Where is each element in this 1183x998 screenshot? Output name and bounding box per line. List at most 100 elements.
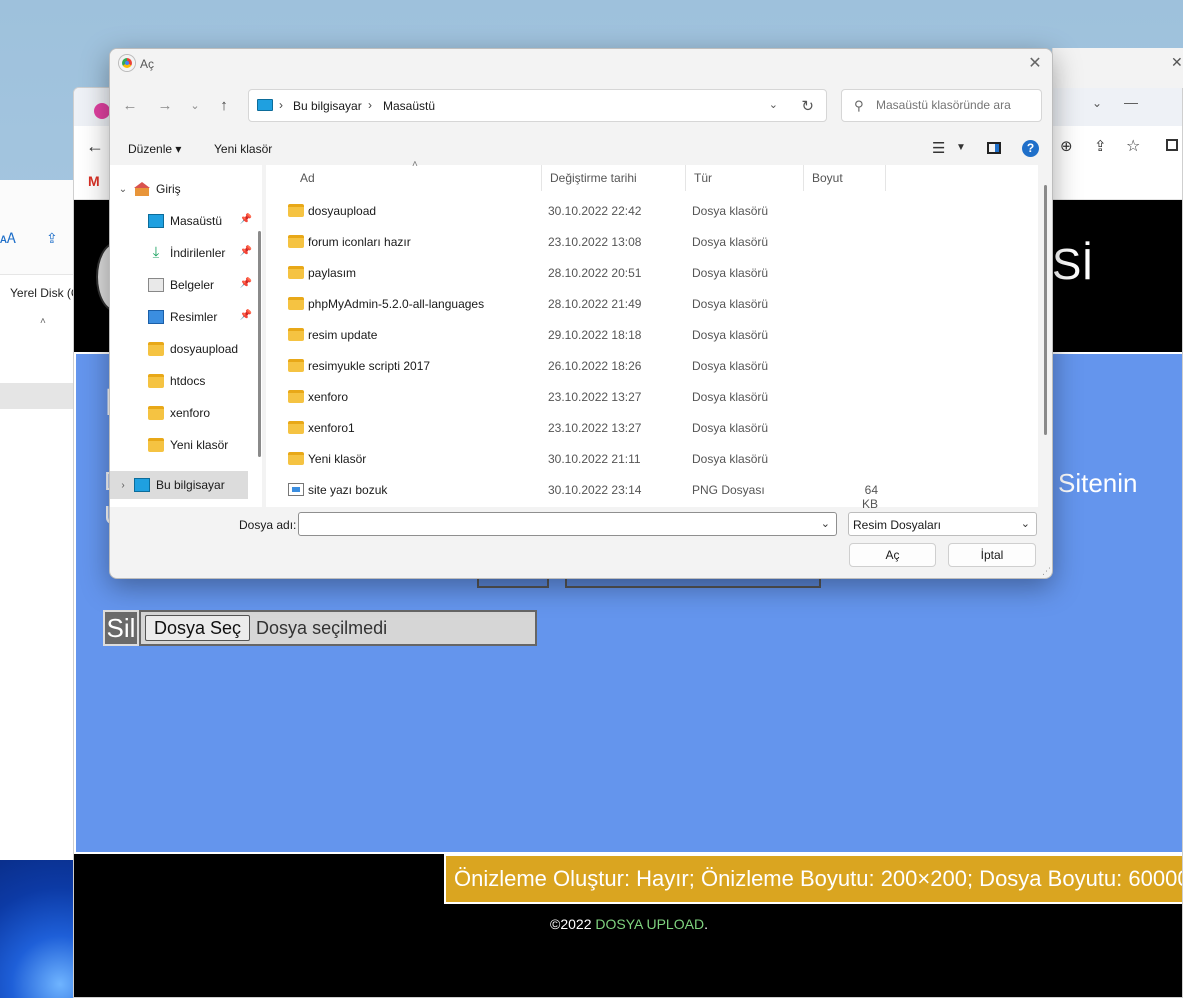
preview-pane-icon[interactable] [987, 142, 1001, 154]
column-header-name[interactable]: Ad [292, 165, 542, 191]
chevron-down-icon[interactable]: ⌄ [116, 184, 130, 195]
file-row[interactable]: site yazı bozuk 30.10.2022 23:14 PNG Dos… [266, 474, 1038, 511]
file-row[interactable]: xenforo 23.10.2022 13:27 Dosya klasörü [266, 381, 1038, 412]
resize-grip-icon[interactable]: ⋰ [1042, 566, 1051, 577]
nav-item-downloads[interactable]: ⤓ İndirilenler 📌 [148, 239, 256, 267]
filename-input[interactable] [303, 517, 803, 531]
share-icon[interactable]: ⇪ [1094, 137, 1107, 155]
file-status-text: Dosya seçilmedi [256, 617, 388, 638]
nav-item-dosyaupload[interactable]: dosyaupload [148, 335, 256, 363]
folder-icon [148, 342, 164, 356]
nav-item-desktop[interactable]: Masaüstü 📌 [148, 207, 256, 235]
nav-item-pictures[interactable]: Resimler 📌 [148, 303, 256, 331]
chevron-down-icon[interactable]: ⌄ [821, 517, 830, 530]
nav-item-xenforo[interactable]: xenforo [148, 399, 256, 427]
minimize-icon[interactable]: — [1124, 94, 1138, 110]
column-header-date[interactable]: Değiştirme tarihi [542, 165, 686, 191]
new-folder-button[interactable]: Yeni klasör [214, 142, 272, 156]
nav-item-label: Bu bilgisayar [156, 478, 225, 492]
file-date: 29.10.2022 18:18 [548, 328, 642, 342]
search-box[interactable]: ⚲ [841, 89, 1042, 122]
file-name: forum iconları hazır [308, 235, 411, 249]
dialog-navbar: ← → ⌄ ↑ › Bu bilgisayar › Masaüstü ⌄ ↻ ⚲ [110, 79, 1052, 131]
file-name: resimyukle scripti 2017 [308, 359, 431, 373]
file-date: 30.10.2022 21:11 [548, 452, 641, 466]
file-row[interactable]: Yeni klasör 30.10.2022 21:11 Dosya klasö… [266, 443, 1038, 474]
file-row[interactable]: resimyukle scripti 2017 26.10.2022 18:26… [266, 350, 1038, 381]
file-input[interactable]: Dosya Seç Dosya seçilmedi [139, 610, 537, 646]
chevron-down-icon[interactable]: ▼ [956, 142, 966, 153]
rename-icon[interactable]: 🗚 [0, 230, 16, 247]
up-arrow-icon[interactable]: ↑ [213, 95, 235, 117]
column-header-size[interactable]: Boyut [804, 165, 886, 191]
breadcrumb-desktop[interactable]: Masaüstü [383, 99, 435, 113]
file-type-filter[interactable]: Resim Dosyaları ⌄ [848, 512, 1037, 536]
close-icon[interactable]: ✕ [1024, 53, 1046, 75]
forward-arrow-icon[interactable]: → [154, 95, 176, 117]
gmail-icon[interactable]: M [88, 173, 100, 189]
documents-icon [148, 278, 164, 292]
nav-item-this-pc[interactable]: › Bu bilgisayar [110, 471, 248, 499]
refresh-icon[interactable]: ↻ [801, 97, 814, 115]
breadcrumb-this-pc[interactable]: Bu bilgisayar [293, 99, 362, 113]
nav-item-documents[interactable]: Belgeler 📌 [148, 271, 256, 299]
back-icon[interactable]: ← [86, 136, 104, 157]
column-header-type[interactable]: Tür [686, 165, 804, 191]
open-button[interactable]: Aç [849, 543, 936, 567]
chevron-down-icon[interactable]: ⌄ [769, 98, 778, 111]
nav-item-label: Giriş [156, 182, 181, 196]
file-row[interactable]: phpMyAdmin-5.2.0-all-languages 28.10.202… [266, 288, 1038, 319]
chevron-down-icon[interactable]: ⌄ [1021, 517, 1030, 530]
file-row[interactable]: forum iconları hazır 23.10.2022 13:08 Do… [266, 226, 1038, 257]
breadcrumb-separator: › [279, 98, 283, 112]
search-input[interactable] [876, 98, 1036, 112]
nav-item-label: Resimler [170, 310, 218, 324]
drive-label[interactable]: Yerel Disk (C [10, 286, 80, 300]
selected-row[interactable] [0, 383, 75, 409]
zoom-icon[interactable]: ⊕ [1060, 137, 1073, 155]
back-arrow-icon[interactable]: ← [119, 95, 141, 117]
nav-scrollbar[interactable] [258, 231, 261, 457]
file-row[interactable]: xenforo1 23.10.2022 13:27 Dosya klasörü [266, 412, 1038, 443]
file-row[interactable]: resim update 29.10.2022 18:18 Dosya klas… [266, 319, 1038, 350]
navigation-pane: ⌄ Giriş Masaüstü 📌 ⤓ İndirilenler 📌 Belg… [110, 165, 262, 507]
image-file-icon [288, 483, 304, 496]
pictures-icon [148, 310, 164, 324]
copyright-suffix: . [704, 916, 708, 932]
organize-menu[interactable]: Düzenle ▾ [128, 142, 181, 156]
file-type: Dosya klasörü [692, 204, 769, 218]
file-row[interactable]: dosyaupload 30.10.2022 22:42 Dosya klasö… [266, 195, 1038, 226]
help-icon[interactable]: ? [1022, 140, 1039, 157]
nav-item-htdocs[interactable]: htdocs [148, 367, 256, 395]
file-name: resim update [308, 328, 378, 342]
pin-icon: 📌 [239, 310, 252, 321]
recent-dropdown-icon[interactable]: ⌄ [184, 95, 206, 117]
nav-item-home[interactable]: ⌄ Giriş [116, 175, 262, 203]
chevron-right-icon[interactable]: › [116, 480, 130, 491]
choose-file-button[interactable]: Dosya Seç [145, 615, 251, 641]
sidepanel-icon[interactable] [1166, 139, 1178, 151]
tab-list-icon[interactable]: ⌄ [1092, 96, 1102, 110]
file-date: 28.10.2022 21:49 [548, 297, 642, 311]
this-pc-icon [257, 99, 273, 111]
nav-item-new-folder[interactable]: Yeni klasör [148, 431, 256, 459]
copyright-brand-link[interactable]: DOSYA UPLOAD [595, 916, 704, 932]
this-pc-icon [134, 478, 150, 492]
filename-combobox[interactable]: ⌄ [298, 512, 837, 536]
bookmark-star-icon[interactable]: ☆ [1126, 136, 1140, 156]
dialog-title: Aç [140, 57, 155, 71]
address-bar[interactable]: › Bu bilgisayar › Masaüstü ⌄ ↻ [248, 89, 827, 122]
nav-item-label: Yeni klasör [170, 438, 229, 452]
file-list-scrollbar[interactable] [1044, 185, 1047, 435]
folder-icon [148, 374, 164, 388]
close-icon[interactable]: ✕ [1171, 54, 1183, 71]
share-icon[interactable]: ⇪ [46, 230, 58, 247]
copyright-text: ©2022 DOSYA UPLOAD. [74, 916, 1182, 932]
delete-button[interactable]: Sil [103, 610, 139, 646]
file-list: ˄ Ad Değiştirme tarihi Tür Boyut dosyaup… [266, 159, 1038, 511]
settings-ticker: Önizleme Oluştur: Hayır; Önizleme Boyutu… [444, 854, 1182, 904]
cancel-button[interactable]: İptal [948, 543, 1036, 567]
view-options-icon[interactable]: ☰ [932, 139, 945, 157]
file-row[interactable]: paylasım 28.10.2022 20:51 Dosya klasörü [266, 257, 1038, 288]
dialog-footer: Dosya adı: ⌄ Resim Dosyaları ⌄ Aç İptal … [110, 509, 1052, 578]
